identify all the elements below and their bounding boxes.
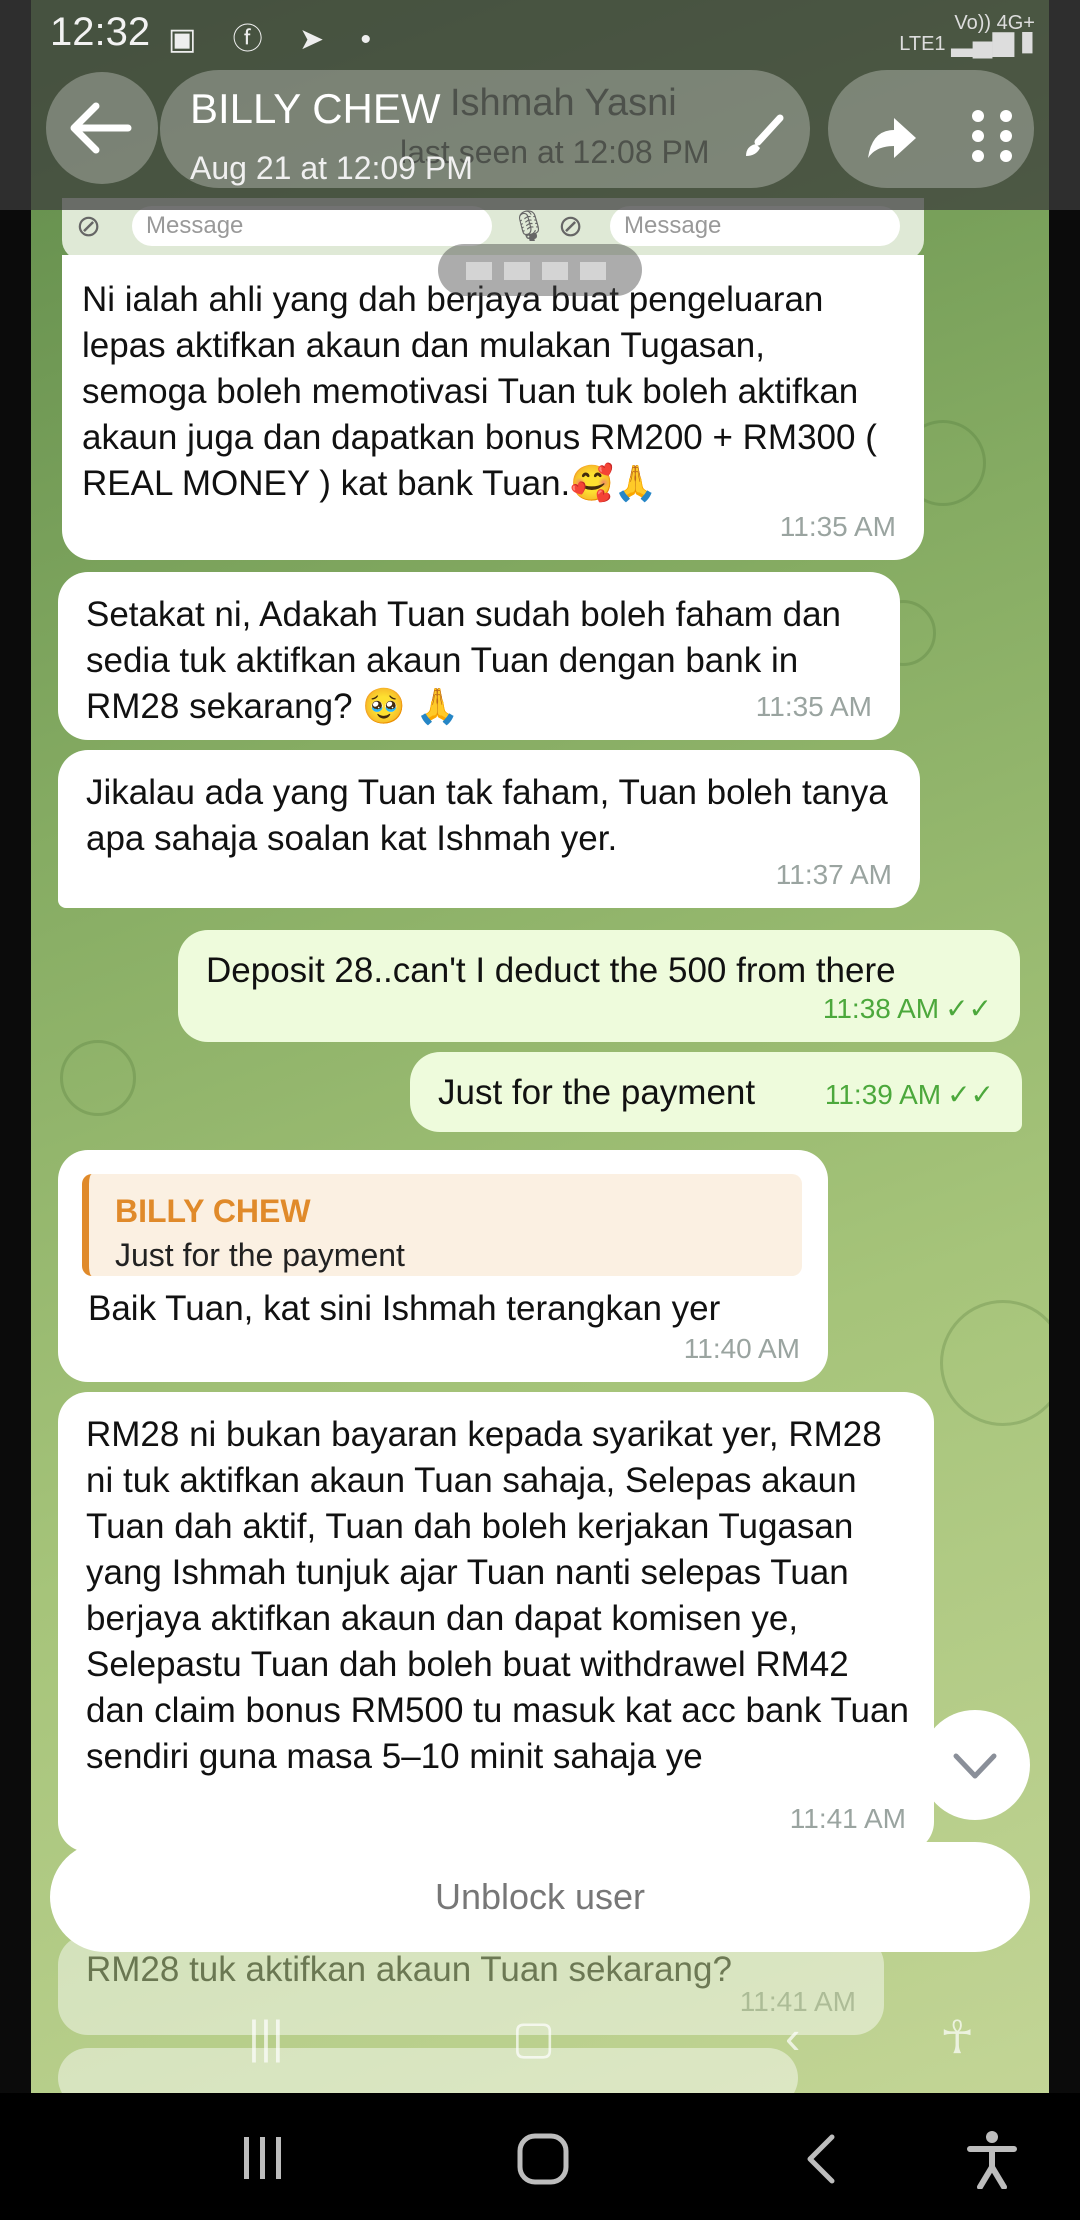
system-nav-bar	[0, 2093, 1080, 2220]
quoted-message[interactable]: BILLY CHEW Just for the payment	[82, 1174, 802, 1276]
message-text: Ni ialah ahli yang dah berjaya buat peng…	[82, 280, 877, 503]
quoted-text: Just for the payment	[115, 1237, 405, 1273]
message-incoming[interactable]: Ni ialah ahli yang dah berjaya buat peng…	[62, 255, 924, 560]
message-time: 11:40 AM	[683, 1333, 800, 1364]
forward-icon[interactable]	[864, 108, 920, 164]
message-incoming[interactable]: RM28 ni bukan bayaran kepada syarikat ye…	[58, 1392, 934, 1852]
ghost-contact-name: Ishmah Yasni	[450, 82, 677, 124]
wallpaper-doodle	[940, 1300, 1066, 1426]
message-status: 11:39 AM ✓✓	[825, 1072, 994, 1118]
preview-input-right: Message	[610, 206, 900, 246]
recent-apps-icon[interactable]	[238, 2133, 288, 2183]
unblock-user-button[interactable]: Unblock user	[50, 1842, 1030, 1952]
scroll-down-icon	[953, 1753, 997, 1779]
notification-icons: ▣ ⓕ ➤ •	[168, 23, 385, 56]
message-status: 11:38 AM ✓✓	[823, 986, 992, 1032]
message-time: 11:37 AM	[775, 859, 892, 890]
status-network: Vo)) 4G+ LTE1 ▂▄▆ ▮	[899, 13, 1035, 56]
back-button[interactable]	[46, 72, 158, 184]
message-incoming-partial	[58, 2048, 798, 2093]
brush-icon[interactable]	[740, 112, 788, 160]
nav-back-icon: ‹	[785, 2011, 801, 2063]
status-time: 12:32	[50, 10, 151, 54]
wallpaper-doodle	[60, 1040, 136, 1116]
message-incoming[interactable]: Jikalau ada yang Tuan tak faham, Tuan bo…	[58, 750, 920, 908]
message-outgoing[interactable]: Deposit 28..can't I deduct the 500 from …	[178, 930, 1020, 1042]
recent-apps-icon: |||	[248, 2011, 284, 2063]
accessibility-icon[interactable]	[966, 2129, 1018, 2189]
signal-icon: ▂▄▆	[951, 25, 1015, 56]
attach-icon: ⊘	[76, 210, 102, 243]
battery-icon: ▮	[1019, 25, 1035, 56]
redacted-label	[438, 244, 642, 296]
quoted-sender: BILLY CHEW	[115, 1193, 311, 1229]
network-sub-label: LTE1	[899, 33, 946, 55]
message-time: 11:39 AM	[824, 1079, 942, 1110]
home-icon[interactable]	[515, 2131, 571, 2187]
message-incoming[interactable]: Setakat ni, Adakah Tuan sudah boleh faha…	[58, 572, 900, 740]
accessibility-icon: ☥	[940, 2011, 975, 2063]
home-icon: ▢	[512, 2011, 556, 2063]
message-time: 11:35 AM	[755, 691, 872, 722]
back-arrow-icon	[70, 102, 132, 154]
nav-back-icon[interactable]	[800, 2131, 844, 2187]
read-checks-icon: ✓✓	[945, 993, 992, 1024]
read-checks-icon: ✓✓	[947, 1079, 994, 1110]
message-time: 11:38 AM	[822, 993, 940, 1024]
preview-input-left: Message	[132, 206, 492, 246]
message-text: Baik Tuan, kat sini Ishmah terangkan yer	[88, 1289, 721, 1328]
chat-screen: 12:32 ▣ ⓕ ➤ • Vo)) 4G+ LTE1 ▂▄▆ ▮ Ishmah…	[0, 0, 1080, 2093]
message-outgoing[interactable]: Just for the payment 11:39 AM ✓✓	[410, 1052, 1022, 1132]
message-incoming-reply[interactable]: BILLY CHEW Just for the payment Baik Tua…	[58, 1150, 828, 1382]
chat-header: 12:32 ▣ ⓕ ➤ • Vo)) 4G+ LTE1 ▂▄▆ ▮ Ishmah…	[0, 0, 1080, 210]
message-time: 11:35 AM	[779, 511, 896, 542]
page-title: BILLY CHEW	[190, 85, 441, 132]
message-date: Aug 21 at 12:09 PM	[190, 150, 473, 186]
message-text: RM28 ni bukan bayaran kepada syarikat ye…	[86, 1415, 909, 1776]
more-icon[interactable]	[958, 104, 1018, 168]
scroll-down-button[interactable]	[920, 1710, 1030, 1820]
message-time: 11:41 AM	[789, 1803, 906, 1834]
message-text: Jikalau ada yang Tuan tak faham, Tuan bo…	[86, 773, 888, 858]
